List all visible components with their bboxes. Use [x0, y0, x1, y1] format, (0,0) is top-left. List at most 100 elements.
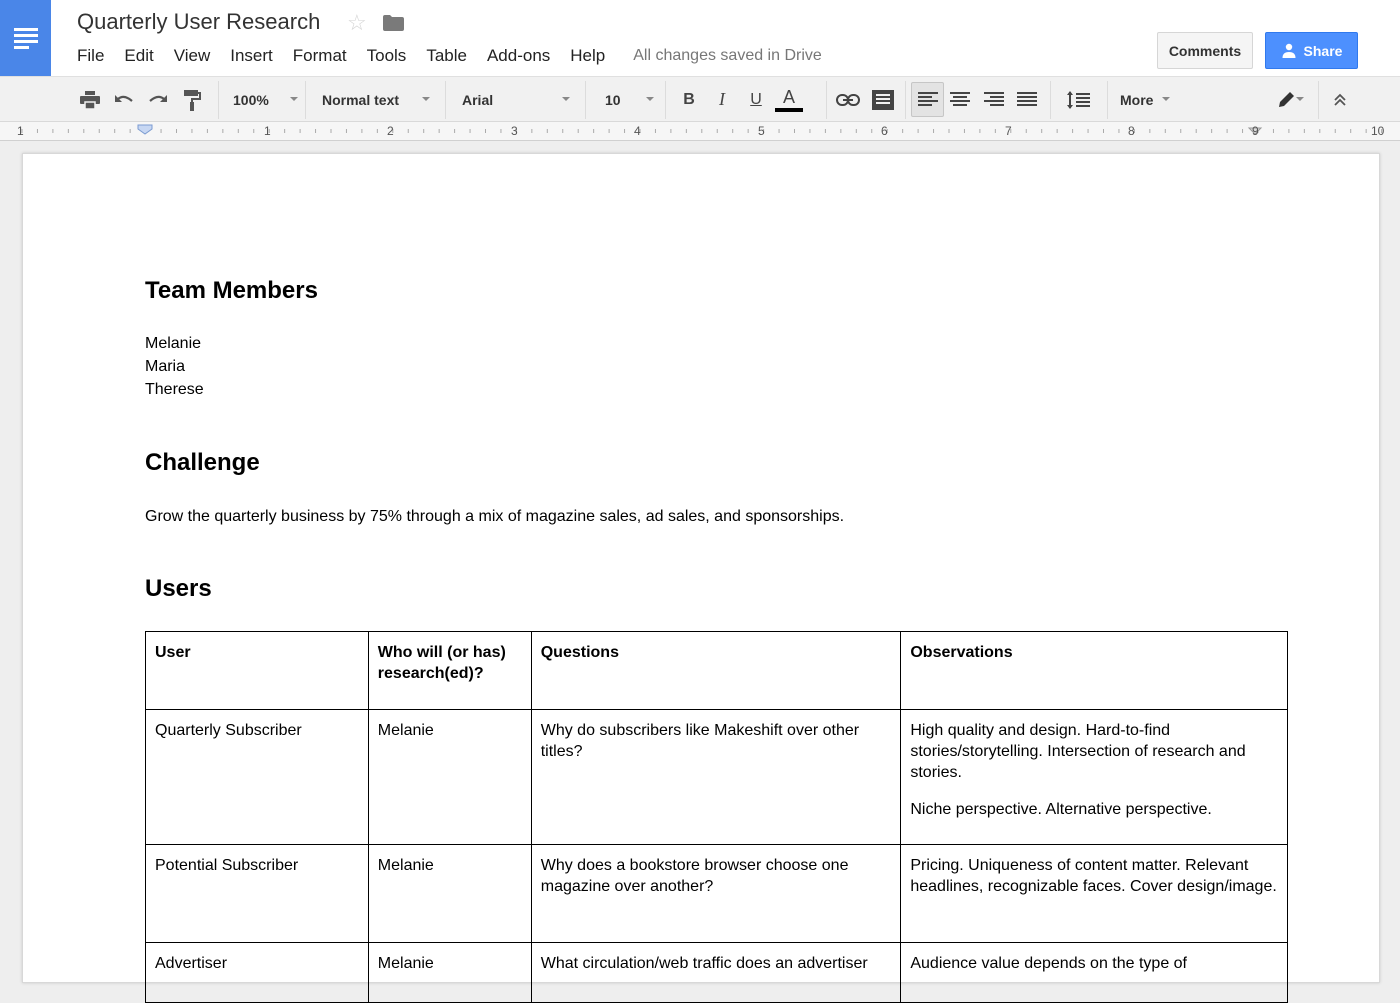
table-cell-user[interactable]: Potential Subscriber — [145, 844, 369, 943]
align-justify-icon[interactable] — [1015, 77, 1039, 122]
chevron-down-icon — [1162, 97, 1170, 101]
align-center-icon[interactable] — [948, 77, 972, 122]
table-row: Advertiser Melanie What circulation/web … — [145, 942, 1288, 1003]
ruler-label: 10 — [1371, 124, 1385, 138]
docs-logo-icon[interactable] — [0, 0, 51, 76]
link-icon[interactable] — [836, 77, 860, 122]
toolbar-divider — [905, 81, 906, 119]
table-cell-observation[interactable]: High quality and design. Hard-to-find st… — [900, 709, 1288, 845]
share-person-icon — [1282, 43, 1296, 58]
team-member[interactable]: Therese — [145, 378, 204, 401]
save-status[interactable]: All changes saved in Drive — [633, 47, 822, 65]
table-cell-user[interactable]: Advertiser — [145, 942, 369, 1003]
left-indent-marker[interactable] — [137, 124, 153, 135]
zoom-value: 100% — [233, 91, 269, 108]
style-value: Normal text — [322, 91, 400, 108]
ruler-label: 6 — [881, 124, 888, 138]
ruler-ticks — [21, 124, 1383, 135]
table-header-cell[interactable]: Who will (or has) research(ed)? — [367, 631, 532, 710]
toolbar-divider — [1318, 81, 1319, 119]
heading-challenge[interactable]: Challenge — [145, 449, 260, 477]
paint-format-icon[interactable] — [180, 77, 204, 122]
ruler[interactable]: 1 1 2 3 4 5 6 7 8 9 10 — [0, 122, 1400, 141]
menu-file[interactable]: File — [67, 45, 114, 67]
menu-edit[interactable]: Edit — [114, 45, 163, 67]
users-table[interactable]: User Who will (or has) research(ed)? Que… — [145, 631, 1288, 1003]
star-icon[interactable]: ☆ — [347, 10, 367, 36]
toolbar: 100% Normal text Arial 10 B I U A More — [0, 76, 1400, 177]
chevron-down-icon — [422, 97, 430, 101]
menu-view[interactable]: View — [164, 45, 221, 67]
table-cell-question[interactable]: Why does a bookstore browser choose one … — [530, 844, 902, 943]
menu-tools[interactable]: Tools — [357, 45, 417, 67]
italic-button[interactable]: I — [710, 77, 734, 122]
chevron-down-icon — [562, 97, 570, 101]
observation-paragraph: High quality and design. Hard-to-find st… — [910, 722, 1246, 781]
font-value: Arial — [462, 91, 494, 108]
menu-bar: File Edit View Insert Format Tools Table… — [67, 45, 822, 67]
more-label: More — [1120, 91, 1154, 108]
share-button[interactable]: Share — [1265, 32, 1358, 69]
table-header-cell[interactable]: Observations — [900, 631, 1288, 710]
table-cell-question[interactable]: What circulation/web traffic does an adv… — [530, 942, 902, 1003]
chevron-down-icon — [646, 97, 654, 101]
menu-insert[interactable]: Insert — [220, 45, 283, 67]
font-size-select[interactable]: 10 — [586, 77, 660, 122]
observation-paragraph: Audience value depends on the type of — [910, 955, 1187, 972]
toolbar-divider — [665, 81, 666, 119]
ruler-label: 4 — [634, 124, 641, 138]
table-cell-researcher[interactable]: Melanie — [367, 844, 532, 943]
edit-mode-icon[interactable] — [1266, 77, 1306, 122]
bold-button[interactable]: B — [677, 77, 701, 122]
ruler-label: 9 — [1252, 124, 1259, 138]
table-cell-user[interactable]: Quarterly Subscriber — [145, 709, 369, 845]
menu-help[interactable]: Help — [560, 45, 615, 67]
menu-table[interactable]: Table — [416, 45, 477, 67]
toolbar-divider — [826, 81, 827, 119]
observation-paragraph: Niche perspective. Alternative perspecti… — [910, 801, 1212, 818]
zoom-select[interactable]: 100% — [220, 77, 304, 122]
line-spacing-icon[interactable] — [1058, 77, 1098, 122]
menu-add-ons[interactable]: Add-ons — [477, 45, 560, 67]
toolbar-divider — [1050, 81, 1051, 119]
chevron-down-icon — [1296, 97, 1304, 101]
ruler-label: 1 — [264, 124, 271, 138]
ruler-label: 5 — [758, 124, 765, 138]
collapse-icon[interactable] — [1328, 77, 1352, 122]
more-button[interactable]: More — [1108, 77, 1176, 122]
text-color-swatch — [775, 107, 803, 112]
align-right-icon[interactable] — [982, 77, 1006, 122]
folder-icon[interactable] — [383, 15, 404, 31]
table-cell-researcher[interactable]: Melanie — [367, 942, 532, 1003]
table-header-cell[interactable]: Questions — [530, 631, 902, 710]
text-color-button[interactable]: A — [774, 77, 804, 122]
challenge-text[interactable]: Grow the quarterly business by 75% throu… — [145, 505, 844, 528]
table-cell-question[interactable]: Why do subscribers like Makeshift over o… — [530, 709, 902, 845]
table-cell-researcher[interactable]: Melanie — [367, 709, 532, 845]
team-member[interactable]: Maria — [145, 355, 185, 378]
table-row: Quarterly Subscriber Melanie Why do subs… — [145, 709, 1288, 845]
document-title[interactable]: Quarterly User Research — [77, 9, 320, 35]
comment-icon[interactable] — [871, 77, 895, 122]
heading-users[interactable]: Users — [145, 575, 212, 603]
table-cell-observation[interactable]: Pricing. Uniqueness of content matter. R… — [900, 844, 1288, 943]
style-select[interactable]: Normal text — [306, 77, 436, 122]
menu-format[interactable]: Format — [283, 45, 357, 67]
align-left-icon[interactable] — [911, 82, 944, 117]
table-row: Potential Subscriber Melanie Why does a … — [145, 844, 1288, 943]
text-color-label: A — [782, 86, 795, 107]
print-icon[interactable] — [78, 77, 102, 122]
redo-icon[interactable] — [146, 77, 170, 122]
font-select[interactable]: Arial — [446, 77, 576, 122]
heading-team-members[interactable]: Team Members — [145, 277, 318, 305]
undo-icon[interactable] — [112, 77, 136, 122]
comments-button[interactable]: Comments — [1157, 32, 1253, 69]
underline-button[interactable]: U — [744, 77, 768, 122]
team-member[interactable]: Melanie — [145, 332, 201, 355]
ruler-label: 8 — [1128, 124, 1135, 138]
table-header-cell[interactable]: User — [145, 631, 369, 710]
chevron-down-icon — [290, 97, 298, 101]
ruler-label: 1 — [17, 124, 24, 138]
table-cell-observation[interactable]: Audience value depends on the type of — [900, 942, 1288, 1003]
share-label: Share — [1303, 42, 1343, 59]
